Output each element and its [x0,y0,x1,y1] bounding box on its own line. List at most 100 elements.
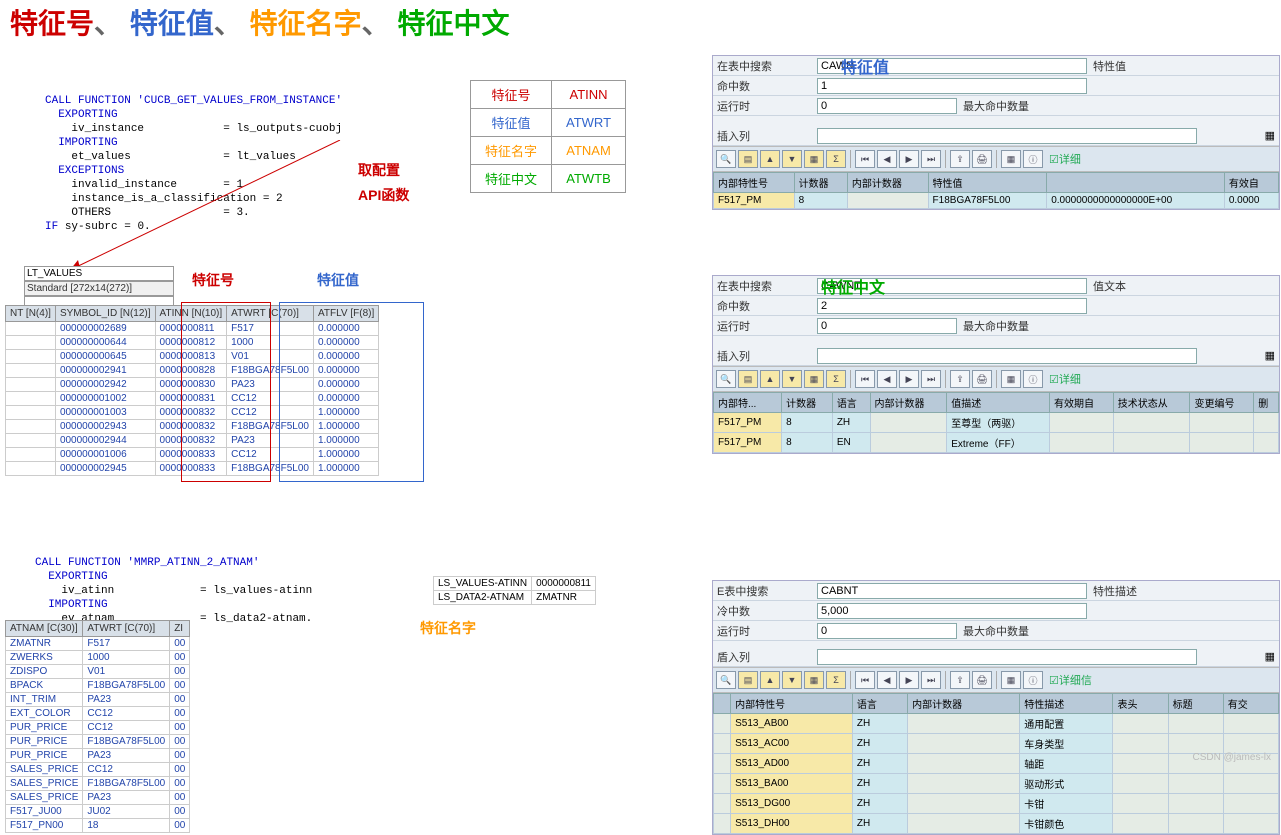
col-header[interactable]: 内部特... [714,393,782,413]
sort-asc-icon[interactable]: ▲ [760,150,780,168]
grid-icon[interactable]: ▦ [1001,370,1021,388]
nav-first-icon[interactable]: ⏮ [855,370,875,388]
nav-next-icon[interactable]: ▶ [899,671,919,689]
col-header[interactable]: 特性值 [928,173,1047,193]
table-row[interactable]: S513_BA00ZH驱动形式 [714,774,1279,794]
detail-link[interactable]: ☑详细信 [1045,671,1092,689]
table-row[interactable]: LS_VALUES-ATINN0000000811 [434,577,596,591]
col-header[interactable]: 内部特性号 [731,694,853,714]
sap3-grid[interactable]: 内部特性号语言内部计数器特性描述表头标题有交S513_AB00ZH通用配置S51… [713,693,1279,834]
sap2-ins[interactable] [817,348,1197,364]
tool-icon[interactable]: ▦ [804,671,824,689]
table-row[interactable]: F517_PM8ENExtreme（FF） [714,433,1279,453]
col-header[interactable]: 语言 [832,393,870,413]
grid-icon[interactable]: ▦ [1001,671,1021,689]
export-icon[interactable]: ⇪ [950,150,970,168]
lt-values-input[interactable] [24,266,174,281]
sap3-run[interactable] [817,623,957,639]
sum-icon[interactable]: Σ [826,150,846,168]
table-row[interactable]: S513_AC00ZH车身类型 [714,734,1279,754]
sort-asc-icon[interactable]: ▲ [760,671,780,689]
nav-first-icon[interactable]: ⏮ [855,150,875,168]
sap3-ins[interactable] [817,649,1197,665]
table-row[interactable]: SALES_PRICEF18BGA78F5L0000 [6,777,190,791]
nav-next-icon[interactable]: ▶ [899,370,919,388]
nav-prev-icon[interactable]: ◀ [877,671,897,689]
table-row[interactable]: EXT_COLORCC1200 [6,707,190,721]
col-header[interactable]: 值描述 [947,393,1050,413]
sort-desc-icon[interactable]: ▼ [782,671,802,689]
sap1-run[interactable] [817,98,957,114]
find-icon[interactable]: 🔍 [716,671,736,689]
col-header[interactable]: 计数器 [782,393,833,413]
table-row[interactable]: LS_DATA2-ATNAMZMATNR [434,591,596,605]
col-header[interactable]: 内部特性号 [714,173,795,193]
col-header[interactable]: 变更编号 [1190,393,1254,413]
sap2-run[interactable] [817,318,957,334]
table-row[interactable]: PUR_PRICECC1200 [6,721,190,735]
col-header[interactable]: 语言 [852,694,907,714]
sap1-hit[interactable] [817,78,1087,94]
table-row[interactable]: ZWERKS100000 [6,651,190,665]
col-header[interactable]: 计数器 [794,173,847,193]
print-icon[interactable]: 🖨 [972,150,992,168]
nav-next-icon[interactable]: ▶ [899,150,919,168]
table-row[interactable]: S513_DG00ZH卡钳 [714,794,1279,814]
col-header[interactable]: 表头 [1113,694,1168,714]
col-header[interactable]: ZI [170,621,190,637]
table-row[interactable]: PUR_PRICEPA2300 [6,749,190,763]
nav-last-icon[interactable]: ⏭ [921,671,941,689]
export-icon[interactable]: ⇪ [950,671,970,689]
table-row[interactable]: BPACKF18BGA78F5L0000 [6,679,190,693]
col-header[interactable] [1047,173,1225,193]
col-header[interactable]: 有效期自 [1050,393,1114,413]
info-icon[interactable]: ⓘ [1023,671,1043,689]
col-header[interactable]: 内部计数器 [908,694,1020,714]
table-row[interactable]: SALES_PRICEPA2300 [6,791,190,805]
sum-icon[interactable]: Σ [826,370,846,388]
table-row[interactable]: S513_AB00ZH通用配置 [714,714,1279,734]
table-row[interactable]: F517_PM8ZH至尊型（两驱） [714,413,1279,433]
sap1-grid[interactable]: 内部特性号计数器内部计数器特性值有效自F517_PM8F18BGA78F5L00… [713,172,1279,209]
tool-icon[interactable]: ▦ [804,370,824,388]
nav-first-icon[interactable]: ⏮ [855,671,875,689]
col-header[interactable]: 有效自 [1224,173,1278,193]
detail-link[interactable]: ☑详细 [1045,150,1081,168]
nav-prev-icon[interactable]: ◀ [877,370,897,388]
find-icon[interactable]: 🔍 [716,370,736,388]
table-row[interactable]: F517_JU00JU0200 [6,805,190,819]
add-icon[interactable]: ▦ [1265,129,1275,142]
add-icon[interactable]: ▦ [1265,349,1275,362]
print-icon[interactable]: 🖨 [972,671,992,689]
table-row[interactable]: INT_TRIMPA2300 [6,693,190,707]
filter-icon[interactable]: ▤ [738,150,758,168]
print-icon[interactable]: 🖨 [972,370,992,388]
sap2-hit[interactable] [817,298,1087,314]
data-table-2[interactable]: ATNAM [C(30)]ATWRT [C(70)]ZIZMATNRF51700… [5,620,190,833]
info-icon[interactable]: ⓘ [1023,150,1043,168]
nav-prev-icon[interactable]: ◀ [877,150,897,168]
col-header[interactable]: NT [N(4)] [6,306,56,322]
table-row[interactable]: S513_DH00ZH卡钳颜色 [714,814,1279,834]
col-header[interactable]: ATWRT [C(70)] [83,621,170,637]
nav-last-icon[interactable]: ⏭ [921,370,941,388]
table-row[interactable]: F517_PM8F18BGA78F5L000.0000000000000000E… [714,193,1279,209]
table-row[interactable]: ZMATNRF51700 [6,637,190,651]
col-header[interactable]: SYMBOL_ID [N(12)] [55,306,155,322]
col-header[interactable]: 标题 [1168,694,1223,714]
sum-icon[interactable]: Σ [826,671,846,689]
sap3-hit[interactable] [817,603,1087,619]
tool-icon[interactable]: ▦ [804,150,824,168]
table-row[interactable]: SALES_PRICECC1200 [6,763,190,777]
export-icon[interactable]: ⇪ [950,370,970,388]
filter-icon[interactable]: ▤ [738,370,758,388]
col-header[interactable]: 有交 [1223,694,1278,714]
col-header[interactable]: 删 [1254,393,1279,413]
col-header[interactable]: 内部计数器 [870,393,947,413]
col-header[interactable]: ATNAM [C(30)] [6,621,83,637]
sap1-ins[interactable] [817,128,1197,144]
col-header[interactable]: 技术状态从 [1113,393,1190,413]
table-row[interactable]: ZDISPOV0100 [6,665,190,679]
filter-icon[interactable]: ▤ [738,671,758,689]
sort-asc-icon[interactable]: ▲ [760,370,780,388]
